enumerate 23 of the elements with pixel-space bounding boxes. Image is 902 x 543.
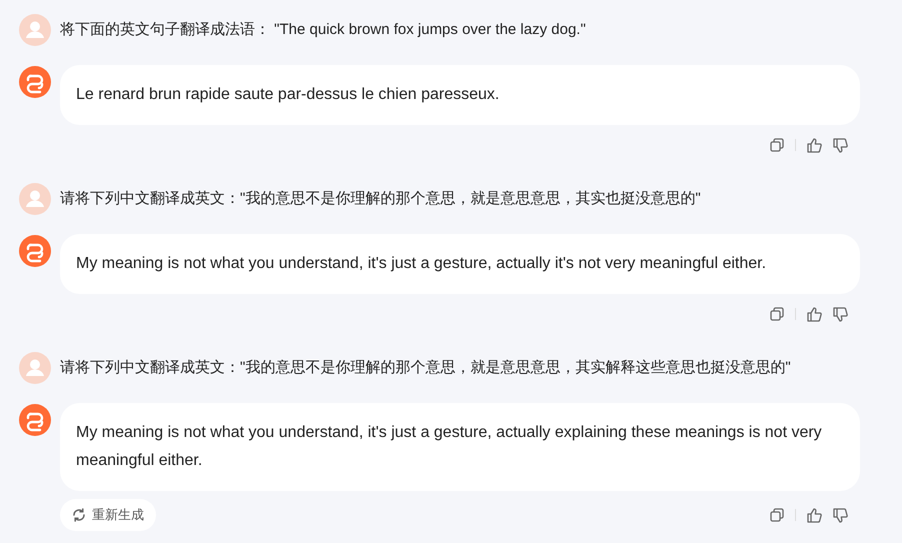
user-avatar-icon	[19, 14, 51, 46]
copy-icon[interactable]	[770, 508, 784, 522]
bot-avatar-icon	[19, 235, 51, 267]
bot-avatar-icon	[19, 66, 51, 98]
thumbs-up-icon[interactable]	[807, 138, 822, 152]
thumbs-down-icon[interactable]	[833, 306, 848, 322]
user-avatar-icon	[19, 352, 51, 384]
reply-bubble: Le renard brun rapide saute par-dessus le chien paresseux.	[60, 65, 860, 125]
user-message: 将下面的英文句子翻译成法语： "The quick brown fox jumps over the lazy dog."	[60, 20, 586, 40]
copy-icon[interactable]	[770, 307, 784, 321]
thumbs-up-icon[interactable]	[807, 306, 822, 322]
refresh-icon	[72, 508, 86, 522]
regenerate-button[interactable]: 重新生成	[60, 499, 156, 531]
user-message: 请将下列中文翻译成英文："我的意思不是你理解的那个意思，就是意思意思，其实也挺没意思的"	[60, 188, 701, 209]
reply-bubble: My meaning is not what you understand, it's just a gesture, actually explaining these meanings is not very meaningful either.	[60, 403, 860, 491]
user-avatar-icon	[19, 183, 51, 215]
thumbs-up-icon[interactable]	[807, 508, 822, 522]
user-message: 请将下列中文翻译成英文："我的意思不是你理解的那个意思，就是意思意思，其实解释这些意思也挺没意思的"	[60, 358, 791, 378]
copy-icon[interactable]	[770, 138, 784, 152]
thumbs-down-icon[interactable]	[833, 508, 848, 522]
reply-bubble: My meaning is not what you understand, it's just a gesture, actually it's not very meaningful either.	[60, 234, 860, 294]
bot-avatar-icon	[19, 404, 51, 436]
thumbs-down-icon[interactable]	[833, 138, 848, 152]
